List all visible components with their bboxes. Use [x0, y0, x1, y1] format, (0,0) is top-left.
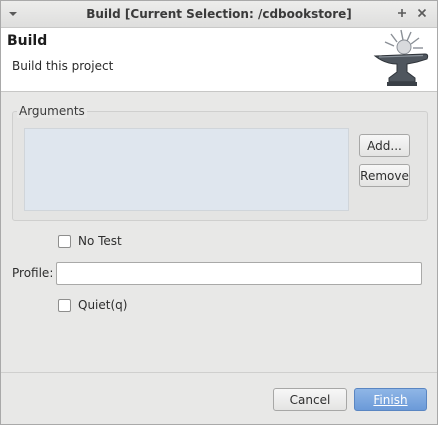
- no-test-checkbox-box[interactable]: [58, 234, 71, 248]
- plus-icon[interactable]: [395, 6, 409, 20]
- no-test-label: No Test: [78, 234, 122, 248]
- profile-input[interactable]: [56, 262, 422, 285]
- arguments-group-label: Arguments: [17, 104, 87, 118]
- banner-description: Build this project: [12, 59, 114, 73]
- close-icon[interactable]: [415, 6, 429, 20]
- window-title: Build [Current Selection: /cdbookstore]: [86, 7, 352, 21]
- quiet-checkbox-box[interactable]: [58, 298, 71, 312]
- quiet-label: Quiet(q): [78, 298, 128, 312]
- no-test-checkbox[interactable]: No Test: [58, 234, 122, 248]
- finish-button[interactable]: Finish: [354, 388, 427, 411]
- build-dialog: Build [Current Selection: /cdbookstore] …: [0, 0, 438, 425]
- cancel-button[interactable]: Cancel: [273, 388, 347, 411]
- footer-separator: [1, 372, 437, 373]
- add-argument-button[interactable]: Add...: [359, 134, 410, 157]
- title-bar: Build [Current Selection: /cdbookstore]: [1, 1, 437, 28]
- anvil-icon: [373, 29, 429, 86]
- finish-button-label: Finish: [373, 392, 408, 407]
- arguments-list[interactable]: [24, 128, 349, 211]
- remove-argument-button[interactable]: Remove: [359, 164, 410, 187]
- header-banner: Build Build this project: [1, 28, 437, 92]
- banner-heading: Build: [7, 33, 48, 49]
- profile-label: Profile:: [12, 266, 54, 280]
- quiet-checkbox[interactable]: Quiet(q): [58, 298, 127, 312]
